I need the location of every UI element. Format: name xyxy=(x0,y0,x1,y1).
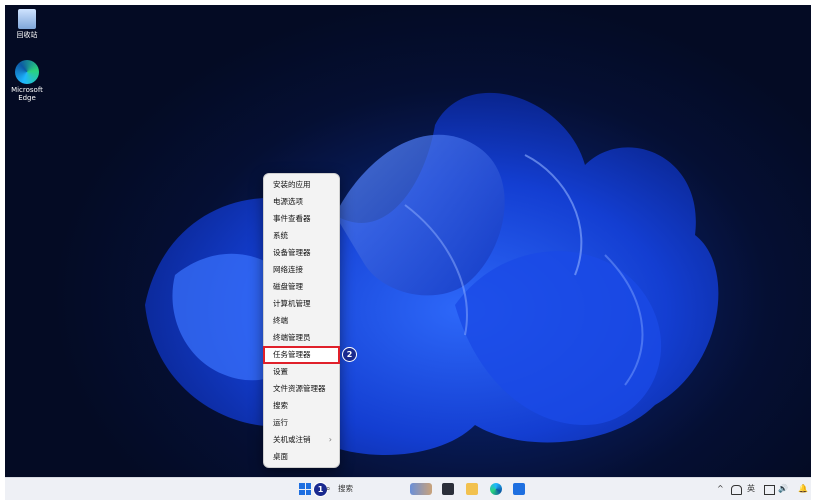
menu-item-terminal[interactable]: 终端 xyxy=(264,313,339,329)
menu-item-desktop[interactable]: 桌面 xyxy=(264,449,339,465)
menu-item-system[interactable]: 系统 xyxy=(264,228,339,244)
menu-item-installed-apps[interactable]: 安装的应用 xyxy=(264,177,339,193)
menu-item-task-manager[interactable]: 任务管理器 xyxy=(263,346,340,364)
step-badge-2: 2 xyxy=(342,347,357,362)
tray-display-icon[interactable] xyxy=(764,485,775,495)
menu-item-file-explorer[interactable]: 文件资源管理器 xyxy=(264,381,339,397)
task-view-icon[interactable] xyxy=(442,483,454,495)
windows-logo-tile xyxy=(305,483,311,489)
desktop-icon-recycle-bin[interactable]: 回收站 xyxy=(7,9,47,39)
search-icon: ⌕ xyxy=(326,484,331,493)
edge-icon xyxy=(15,60,39,84)
start-button[interactable] xyxy=(299,483,311,495)
wallpaper-bloom xyxy=(145,92,719,456)
desktop-background: 回收站 Microsoft Edge xyxy=(5,5,811,477)
desktop-icon-label: 回收站 xyxy=(16,31,38,39)
search-label: 搜索 xyxy=(338,484,353,493)
menu-item-settings[interactable]: 设置 xyxy=(264,364,339,380)
winx-context-menu: 安装的应用 电源选项 事件查看器 系统 设备管理器 网络连接 磁盘管理 计算机管… xyxy=(263,173,340,468)
taskbar-search[interactable]: ⌕ 搜索 xyxy=(326,482,386,496)
menu-item-shutdown-signout[interactable]: 关机或注销 › xyxy=(264,432,339,448)
taskbar: 1 ⌕ 搜索 ^ 英 🔊 🔔 xyxy=(5,477,811,500)
menu-item-network-connections[interactable]: 网络连接 xyxy=(264,262,339,278)
edge-icon[interactable] xyxy=(490,483,502,495)
menu-item-disk-management[interactable]: 磁盘管理 xyxy=(264,279,339,295)
desktop-icon-label: Microsoft Edge xyxy=(11,86,43,102)
store-icon[interactable] xyxy=(513,483,525,495)
tray-chevron-icon[interactable]: ^ xyxy=(717,483,724,495)
menu-item-label: 关机或注销 xyxy=(273,435,311,444)
windows-logo-tile xyxy=(305,489,311,495)
menu-item-event-viewer[interactable]: 事件查看器 xyxy=(264,211,339,227)
windows-logo-tile xyxy=(299,483,305,489)
menu-item-device-manager[interactable]: 设备管理器 xyxy=(264,245,339,261)
recycle-bin-icon xyxy=(18,9,36,29)
menu-item-computer-management[interactable]: 计算机管理 xyxy=(264,296,339,312)
tray-volume-icon[interactable]: 🔊 xyxy=(778,483,788,495)
tray-ime-indicator[interactable]: 英 xyxy=(747,483,755,495)
tray-network-icon[interactable] xyxy=(731,485,742,495)
widgets-icon[interactable] xyxy=(410,483,432,495)
windows-logo-tile xyxy=(299,489,305,495)
chevron-right-icon: › xyxy=(328,435,332,444)
menu-item-terminal-admin[interactable]: 终端管理员 xyxy=(264,330,339,346)
menu-item-search[interactable]: 搜索 xyxy=(264,398,339,414)
file-explorer-icon[interactable] xyxy=(466,483,478,495)
desktop-icon-edge[interactable]: Microsoft Edge xyxy=(7,60,47,102)
menu-item-run[interactable]: 运行 xyxy=(264,415,339,431)
menu-item-power-options[interactable]: 电源选项 xyxy=(264,194,339,210)
tray-notification-icon[interactable]: 🔔 xyxy=(798,483,808,495)
